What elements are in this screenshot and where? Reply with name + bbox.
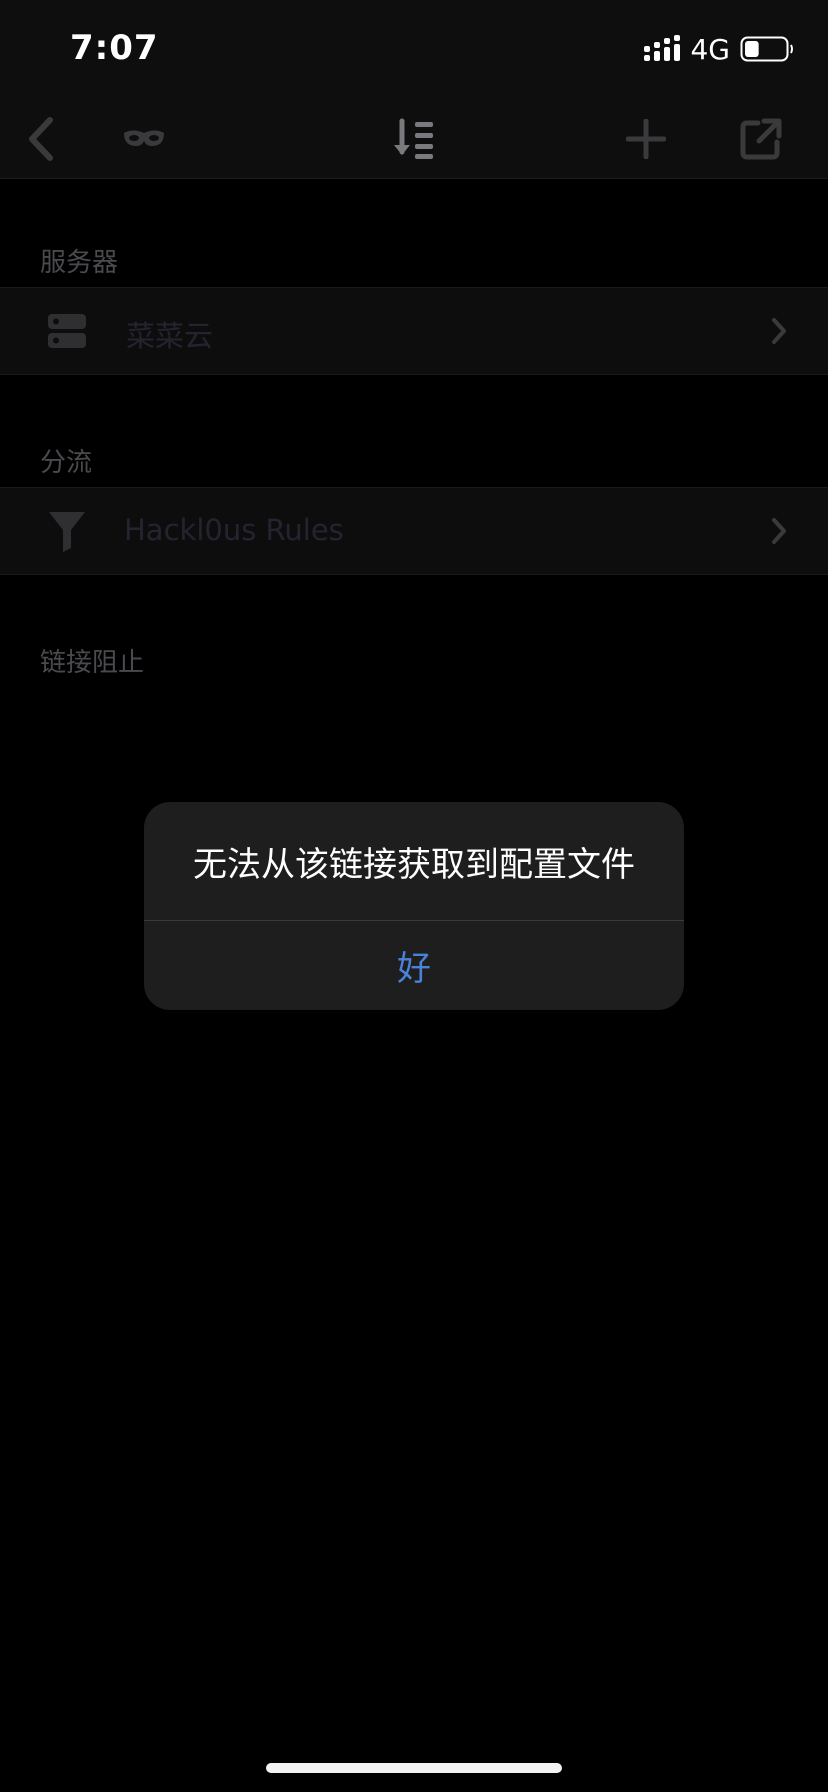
server-row[interactable]: 菜菜云 bbox=[0, 287, 828, 375]
plus-icon bbox=[626, 119, 666, 159]
section-header-server: 服务器 bbox=[40, 248, 119, 278]
chevron-right-icon bbox=[772, 318, 786, 344]
network-label: 4G bbox=[690, 32, 730, 66]
alert-ok-button[interactable]: 好 bbox=[144, 921, 684, 1010]
mask-button[interactable] bbox=[116, 100, 172, 178]
filter-icon bbox=[49, 512, 85, 552]
rules-row[interactable]: Hackl0us Rules bbox=[0, 487, 828, 575]
status-bar: 7:07 4G bbox=[0, 0, 828, 100]
status-indicators: 4G bbox=[644, 32, 794, 66]
mask-icon bbox=[124, 130, 164, 146]
chevron-right-icon bbox=[772, 518, 786, 544]
alert-dialog: 无法从该链接获取到配置文件 好 bbox=[144, 802, 684, 1010]
server-name: 菜菜云 bbox=[126, 319, 214, 353]
export-icon bbox=[740, 118, 782, 160]
home-indicator bbox=[266, 1763, 562, 1773]
section-header-routing: 分流 bbox=[40, 448, 93, 478]
sort-icon bbox=[394, 118, 433, 159]
signal-icon bbox=[644, 35, 681, 61]
rules-name: Hackl0us Rules bbox=[124, 513, 344, 547]
battery-icon bbox=[740, 36, 793, 62]
sort-button[interactable] bbox=[388, 100, 440, 178]
status-time: 7:07 bbox=[70, 28, 159, 68]
server-icon bbox=[48, 314, 86, 348]
add-button[interactable] bbox=[620, 100, 672, 178]
export-button[interactable] bbox=[734, 100, 788, 178]
section-header-blocking: 链接阻止 bbox=[40, 648, 145, 678]
alert-message: 无法从该链接获取到配置文件 bbox=[193, 844, 635, 885]
back-button[interactable] bbox=[16, 100, 64, 178]
screen: 7:07 4G 服务器 菜菜云 分流 Hackl0us Rules 链接阻止 无… bbox=[0, 0, 828, 1792]
nav-bar bbox=[0, 100, 828, 179]
chevron-left-icon bbox=[29, 117, 53, 161]
